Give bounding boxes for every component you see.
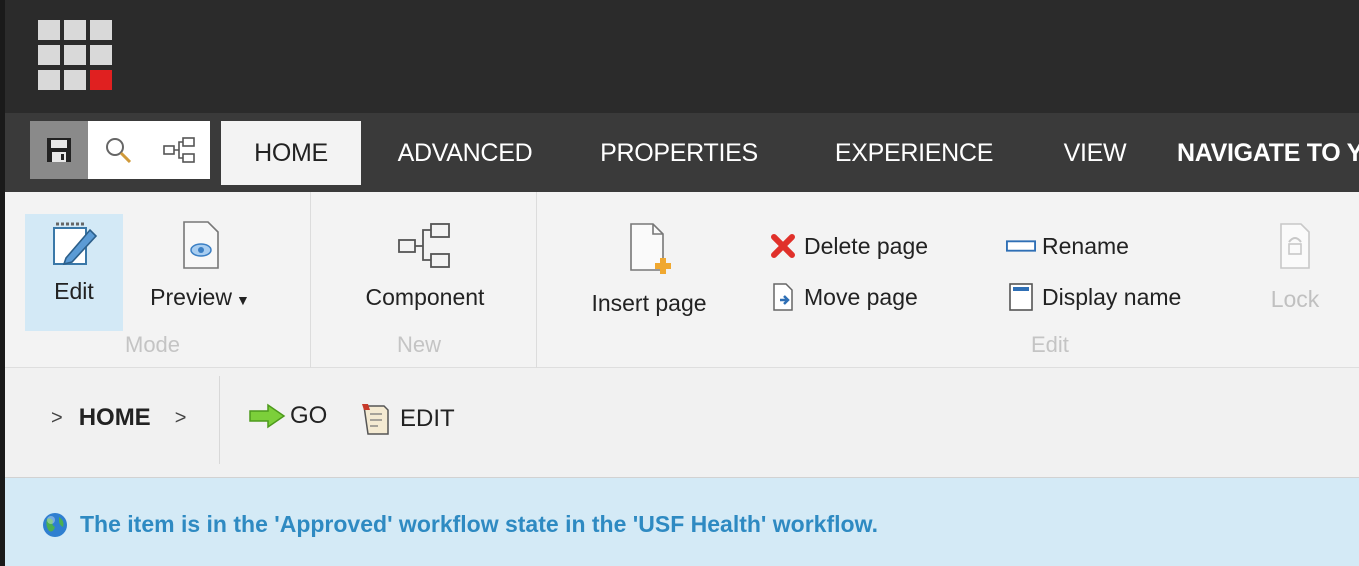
chevron-right-icon: > bbox=[51, 406, 63, 429]
breadcrumb-bar: > HOME > GO EDIT bbox=[5, 368, 1359, 478]
navigation-tree-button[interactable] bbox=[148, 121, 210, 179]
tab-home[interactable]: HOME bbox=[221, 121, 361, 185]
top-bar bbox=[5, 0, 1359, 113]
tab-navigate-to[interactable]: NAVIGATE TO Y bbox=[1167, 121, 1359, 185]
delete-page-label: Delete page bbox=[804, 232, 929, 259]
group-separator bbox=[536, 192, 537, 368]
component-tree-icon bbox=[398, 223, 450, 268]
edit-item-label: EDIT bbox=[400, 405, 455, 432]
display-name-label: Display name bbox=[1042, 283, 1182, 310]
search-icon bbox=[106, 138, 132, 164]
group-separator bbox=[310, 192, 311, 368]
edit-document-icon bbox=[362, 404, 389, 435]
quick-access-toolbar bbox=[30, 121, 210, 179]
search-button[interactable] bbox=[88, 121, 148, 179]
save-button[interactable] bbox=[30, 121, 88, 179]
display-name-icon bbox=[1006, 283, 1036, 311]
edit-item-button[interactable]: EDIT bbox=[360, 402, 455, 436]
workflow-notification: The item is in the 'Approved' workflow s… bbox=[5, 478, 1359, 566]
group-label-new: New bbox=[397, 332, 442, 357]
edit-label: Edit bbox=[54, 278, 94, 304]
move-page-label: Move page bbox=[804, 283, 918, 310]
notification-message: The item is in the 'Approved' workflow s… bbox=[80, 511, 879, 537]
delete-x-icon bbox=[768, 232, 798, 260]
ribbon-tab-row: HOME ADVANCED PROPERTIES EXPERIENCE VIEW… bbox=[5, 113, 1359, 192]
component-label: Component bbox=[365, 284, 485, 310]
rename-label: Rename bbox=[1042, 232, 1129, 259]
insert-page-label: Insert page bbox=[591, 290, 707, 316]
tab-advanced[interactable]: ADVANCED bbox=[380, 121, 550, 185]
go-label: GO bbox=[290, 402, 328, 429]
component-button[interactable]: Component bbox=[355, 222, 495, 311]
insert-page-icon bbox=[630, 223, 671, 274]
edit-mode-button[interactable]: Edit bbox=[25, 214, 123, 331]
launchpad-grid-icon[interactable] bbox=[38, 20, 116, 92]
lock-page-icon bbox=[1280, 223, 1310, 269]
rename-field-icon bbox=[1006, 232, 1036, 260]
breadcrumb-separator bbox=[219, 376, 220, 464]
save-icon bbox=[47, 138, 71, 162]
chevron-down-icon: ▼ bbox=[235, 292, 250, 308]
breadcrumb-home[interactable]: HOME bbox=[79, 404, 151, 432]
tab-properties[interactable]: PROPERTIES bbox=[587, 121, 771, 185]
preview-button[interactable]: Preview ▼ bbox=[145, 220, 255, 311]
delete-page-button[interactable]: Delete page bbox=[768, 232, 928, 260]
move-page-icon bbox=[768, 283, 798, 311]
chevron-right-icon[interactable]: > bbox=[175, 407, 187, 430]
rename-button[interactable]: Rename bbox=[1006, 232, 1129, 260]
globe-icon bbox=[43, 513, 67, 537]
move-page-button[interactable]: Move page bbox=[768, 283, 918, 311]
group-label-mode: Mode bbox=[125, 332, 181, 357]
edit-pencil-icon bbox=[53, 222, 98, 266]
ribbon: Edit Preview ▼ Mode Component New Insert… bbox=[5, 192, 1359, 368]
lock-label: Lock bbox=[1270, 286, 1320, 312]
go-button[interactable]: GO bbox=[248, 402, 327, 430]
insert-page-button[interactable]: Insert page bbox=[579, 222, 719, 317]
group-label-edit: Edit bbox=[1031, 332, 1069, 357]
navigation-tree-icon bbox=[163, 137, 195, 163]
breadcrumb: > HOME > bbox=[51, 404, 186, 432]
display-name-button[interactable]: Display name bbox=[1006, 283, 1181, 311]
preview-page-icon bbox=[183, 221, 219, 269]
tab-experience[interactable]: EXPERIENCE bbox=[819, 121, 1009, 185]
green-arrow-icon bbox=[249, 403, 286, 429]
lock-button[interactable]: Lock bbox=[1260, 222, 1330, 313]
preview-label: Preview ▼ bbox=[150, 284, 250, 310]
tab-view[interactable]: VIEW bbox=[1050, 121, 1140, 185]
content-editor: HOME ADVANCED PROPERTIES EXPERIENCE VIEW… bbox=[0, 0, 1359, 566]
